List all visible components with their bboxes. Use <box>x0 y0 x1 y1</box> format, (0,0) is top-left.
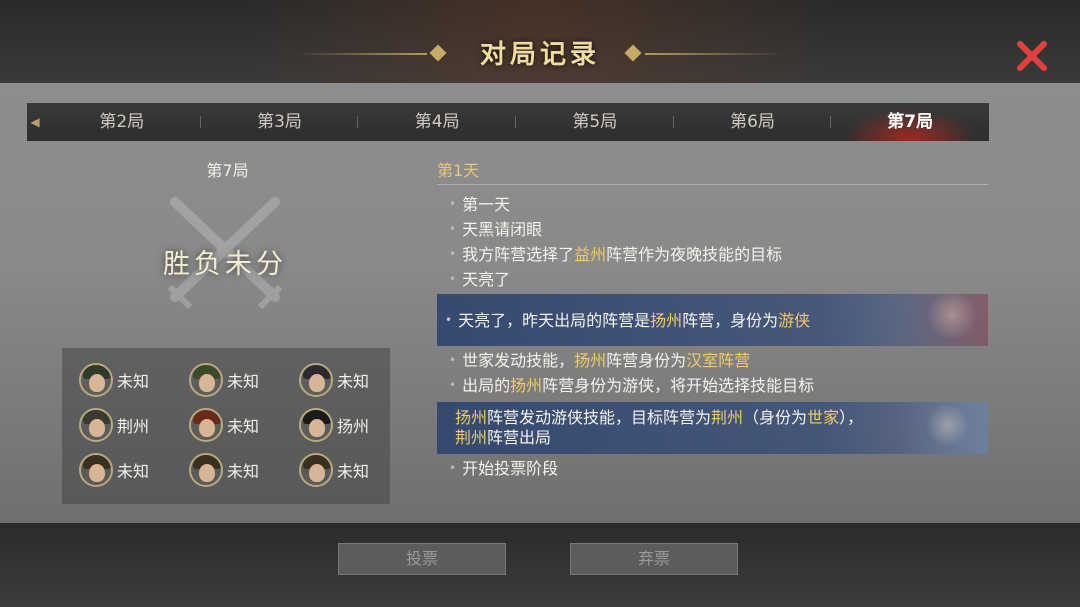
player-grid: 未知 未知 未知 荆州 未知 扬州 未知 未知 未知 <box>62 348 390 504</box>
round-tab-bar: ◀ 第2局 第3局 第4局 第5局 第6局 第7局 <box>27 103 990 141</box>
log-entry: 出局的扬州阵营身份为游侠，将开始选择技能目标 <box>437 373 988 398</box>
player-slot[interactable]: 未知 <box>299 453 369 487</box>
round-title: 第7局 <box>206 161 249 180</box>
avatar <box>79 453 113 487</box>
dialog-title-bar: 对局记录 <box>0 0 1080 83</box>
player-slot[interactable]: 未知 <box>189 453 259 487</box>
avatar <box>299 453 333 487</box>
tab-label: 第4局 <box>414 112 460 132</box>
log-entry: 天亮了 <box>437 267 988 292</box>
log-entry: 世家发动技能，扬州阵营身份为汉室阵营 <box>437 348 988 373</box>
tab-round-3[interactable]: 第3局 <box>201 103 359 141</box>
avatar <box>79 408 113 442</box>
avatar <box>79 363 113 397</box>
player-name: 未知 <box>117 372 150 391</box>
player-name: 荆州 <box>117 417 150 436</box>
game-bottom-bar <box>0 522 1080 607</box>
tab-round-5[interactable]: 第5局 <box>516 103 674 141</box>
player-name: 未知 <box>227 417 260 436</box>
player-slot[interactable]: 未知 <box>189 408 259 442</box>
tab-label: 第7局 <box>887 112 934 132</box>
log-entry-highlight: • 天亮了，昨天出局的阵营是扬州阵营，身份为游侠 <box>437 294 988 346</box>
background-abstain-button: 弃票 <box>570 543 738 575</box>
avatar <box>189 363 223 397</box>
player-name: 未知 <box>117 462 150 481</box>
character-portrait <box>898 402 988 454</box>
tab-label: 第5局 <box>572 112 618 132</box>
avatar <box>299 363 333 397</box>
avatar <box>189 453 223 487</box>
close-button[interactable] <box>1014 38 1050 74</box>
player-slot[interactable]: 未知 <box>299 363 369 397</box>
player-slot[interactable]: 未知 <box>79 453 149 487</box>
tab-round-2[interactable]: 第2局 <box>43 103 201 141</box>
tab-round-4[interactable]: 第4局 <box>358 103 517 141</box>
player-name: 扬州 <box>337 417 370 436</box>
player-slot[interactable]: 未知 <box>79 363 149 397</box>
tab-scroll-left-icon[interactable]: ◀ <box>27 103 43 141</box>
player-slot[interactable]: 扬州 <box>299 408 369 442</box>
player-name: 未知 <box>227 372 260 391</box>
player-name: 未知 <box>337 462 370 481</box>
match-result: 胜负未分 <box>163 249 287 280</box>
log-entry-highlight: 扬州阵营发动游侠技能，目标阵营为荆州（身份为世家）， 荆州阵营出局 <box>437 402 988 454</box>
log-entry: 开始投票阶段 <box>437 456 988 481</box>
background-vote-button: 投票 <box>338 543 506 575</box>
tab-label: 第2局 <box>99 112 145 132</box>
log-entry: 天黑请闭眼 <box>437 217 988 242</box>
title-ornament-right <box>645 53 783 55</box>
log-entry: 我方阵营选择了益州阵营作为夜晚技能的目标 <box>437 242 988 267</box>
avatar <box>189 408 223 442</box>
dialog-title: 对局记录 <box>479 40 600 70</box>
player-name: 未知 <box>227 462 260 481</box>
tab-label: 第3局 <box>257 112 302 132</box>
tab-label: 第6局 <box>730 112 775 132</box>
tab-round-7[interactable]: 第7局 <box>831 103 990 141</box>
day-divider <box>437 184 988 185</box>
player-slot[interactable]: 未知 <box>189 363 259 397</box>
player-slot[interactable]: 荆州 <box>79 408 149 442</box>
day-title: 第1天 <box>437 161 480 180</box>
close-icon <box>1017 41 1047 71</box>
log-entry: 第一天 <box>437 192 988 217</box>
tab-round-6[interactable]: 第6局 <box>674 103 832 141</box>
avatar <box>299 408 333 442</box>
player-name: 未知 <box>337 372 370 391</box>
character-portrait <box>898 294 988 346</box>
title-ornament-left <box>297 53 427 55</box>
